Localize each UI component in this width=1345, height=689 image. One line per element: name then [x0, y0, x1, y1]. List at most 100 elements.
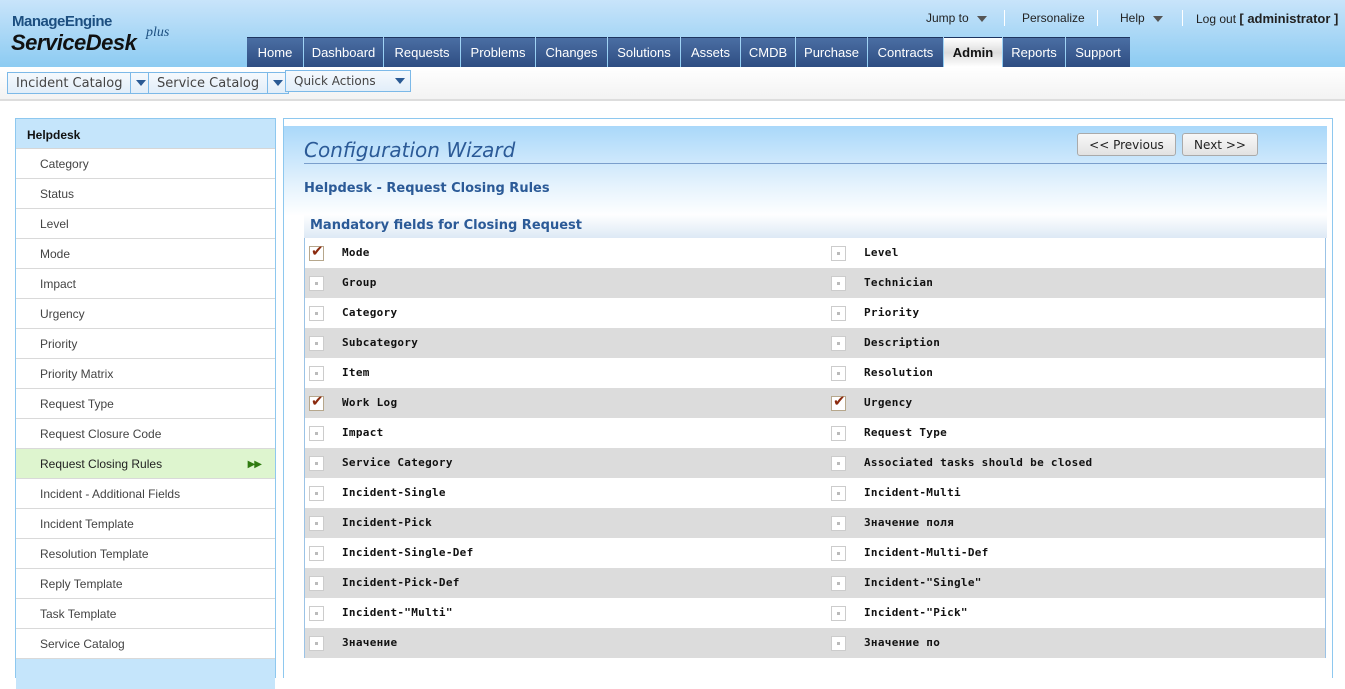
nav-tab-dashboard[interactable]: Dashboard: [304, 37, 383, 67]
field-label: Incident-"Multi": [342, 606, 453, 619]
logout-link[interactable]: Log out: [1196, 12, 1236, 26]
checkmark-icon: ✔: [311, 242, 324, 260]
field-checkbox[interactable]: [831, 516, 846, 531]
sidebar-item[interactable]: Request Type: [16, 389, 275, 419]
sidebar-item[interactable]: Priority: [16, 329, 275, 359]
field-checkbox[interactable]: [309, 276, 324, 291]
incident-catalog-dropdown[interactable]: Incident Catalog: [7, 72, 153, 94]
nav-tab-reports[interactable]: Reports: [1003, 37, 1065, 67]
field-checkbox[interactable]: [309, 636, 324, 651]
field-checkbox[interactable]: [831, 246, 846, 261]
sidebar-item-label: Incident - Additional Fields: [40, 487, 181, 501]
sidebar-item[interactable]: Level: [16, 209, 275, 239]
sidebar-item-label: Request Type: [40, 397, 114, 411]
field-label: Description: [864, 336, 941, 349]
sidebar-item[interactable]: Request Closure Code: [16, 419, 275, 449]
chevron-down-icon: [976, 15, 987, 22]
field-checkbox[interactable]: [831, 606, 846, 621]
nav-tab-home[interactable]: Home: [247, 37, 303, 67]
field-label: Incident-"Single": [864, 576, 982, 589]
nav-tab-solutions[interactable]: Solutions: [608, 37, 680, 67]
nav-tab-purchase[interactable]: Purchase: [796, 37, 867, 67]
field-checkbox[interactable]: [831, 636, 846, 651]
sidebar-item-label: Request Closing Rules: [40, 457, 163, 471]
sidebar-item[interactable]: Reply Template: [16, 569, 275, 599]
service-catalog-label: Service Catalog: [149, 73, 269, 93]
field-checkbox[interactable]: [831, 426, 846, 441]
jump-to-menu[interactable]: Jump to: [926, 11, 987, 25]
field-checkbox[interactable]: ✔: [309, 242, 324, 261]
field-label: Item: [342, 366, 370, 379]
sidebar-item[interactable]: Urgency: [16, 299, 275, 329]
sidebar-item-label: Impact: [40, 277, 77, 291]
table-row: ✔ Mode Level: [305, 238, 1325, 268]
nav-tab-admin[interactable]: Admin: [944, 37, 1002, 67]
divider: [1182, 10, 1183, 26]
nav-tab-requests[interactable]: Requests: [384, 37, 460, 67]
field-label: Request Type: [864, 426, 948, 439]
field-checkbox[interactable]: [831, 546, 846, 561]
chevron-down-icon[interactable]: [390, 78, 410, 84]
field-checkbox[interactable]: [309, 546, 324, 561]
field-checkbox[interactable]: [309, 606, 324, 621]
table-row: Group Technician: [305, 268, 1325, 298]
field-checkbox[interactable]: [309, 306, 324, 321]
sidebar-item[interactable]: Mode: [16, 239, 275, 269]
sidebar-item[interactable]: Service Catalog: [16, 629, 275, 659]
field-checkbox[interactable]: [831, 486, 846, 501]
field-label: Mode: [342, 246, 370, 259]
divider: [1097, 10, 1098, 26]
personalize-link[interactable]: Personalize: [1022, 11, 1085, 25]
sidebar-item[interactable]: Request Closing Rules ▶▶: [16, 449, 275, 479]
field-checkbox[interactable]: [309, 516, 324, 531]
field-label: Service Category: [342, 456, 453, 469]
header: ManageEngine ServiceDesk plus Jump to Pe…: [0, 0, 1345, 67]
field-checkbox[interactable]: [309, 486, 324, 501]
sidebar-item[interactable]: Impact: [16, 269, 275, 299]
field-checkbox[interactable]: [831, 336, 846, 351]
fields-table: ✔ Mode Level Group Technician Category Priorit…: [304, 238, 1326, 658]
nav-tab-problems[interactable]: Problems: [461, 37, 535, 67]
field-checkbox[interactable]: [831, 576, 846, 591]
field-checkbox[interactable]: [309, 576, 324, 591]
field-checkbox[interactable]: [309, 456, 324, 471]
field-checkbox[interactable]: ✔: [309, 392, 324, 411]
logo-product: ServiceDesk: [11, 30, 137, 55]
field-checkbox[interactable]: ✔: [831, 392, 846, 411]
toolbar: Incident Catalog Service Catalog Quick A…: [0, 67, 1345, 101]
field-checkbox[interactable]: [309, 426, 324, 441]
sidebar-item-label: Request Closure Code: [40, 427, 162, 441]
sidebar-item[interactable]: Category: [16, 149, 275, 179]
help-menu[interactable]: Help: [1120, 11, 1163, 25]
sidebar-item[interactable]: Priority Matrix: [16, 359, 275, 389]
logout-area: Log out [ administrator ]: [1196, 11, 1338, 26]
sidebar-item[interactable]: Resolution Template: [16, 539, 275, 569]
field-checkbox[interactable]: [831, 456, 846, 471]
nav-tab-support[interactable]: Support: [1066, 37, 1130, 67]
field-checkbox[interactable]: [831, 276, 846, 291]
sidebar-item[interactable]: Incident Template: [16, 509, 275, 539]
table-row: Incident-"Multi" Incident-"Pick": [305, 598, 1325, 628]
service-catalog-dropdown[interactable]: Service Catalog: [148, 72, 290, 94]
next-button[interactable]: Next >>: [1182, 133, 1258, 156]
field-label: Level: [864, 246, 899, 259]
previous-button[interactable]: << Previous: [1077, 133, 1176, 156]
sidebar-item-label: Priority: [40, 337, 78, 351]
sidebar-item-label: Category: [40, 157, 89, 171]
field-label: Incident-"Pick": [864, 606, 968, 619]
sidebar-item[interactable]: Status: [16, 179, 275, 209]
field-checkbox[interactable]: [309, 336, 324, 351]
nav-tab-assets[interactable]: Assets: [681, 37, 740, 67]
table-row: ✔ Work Log ✔ Urgency: [305, 388, 1325, 418]
field-checkbox[interactable]: [309, 366, 324, 381]
nav-tab-contracts[interactable]: Contracts: [868, 37, 943, 67]
quick-actions-dropdown[interactable]: Quick Actions: [285, 70, 411, 92]
sidebar-item[interactable]: Task Template: [16, 599, 275, 629]
nav-tab-changes[interactable]: Changes: [536, 37, 607, 67]
main-panel: Configuration Wizard Helpdesk - Request …: [283, 118, 1333, 678]
sidebar-item[interactable]: Incident - Additional Fields: [16, 479, 275, 509]
nav-tab-cmdb[interactable]: CMDB: [741, 37, 795, 67]
field-label: Значение поля: [864, 516, 954, 529]
field-checkbox[interactable]: [831, 306, 846, 321]
field-checkbox[interactable]: [831, 366, 846, 381]
